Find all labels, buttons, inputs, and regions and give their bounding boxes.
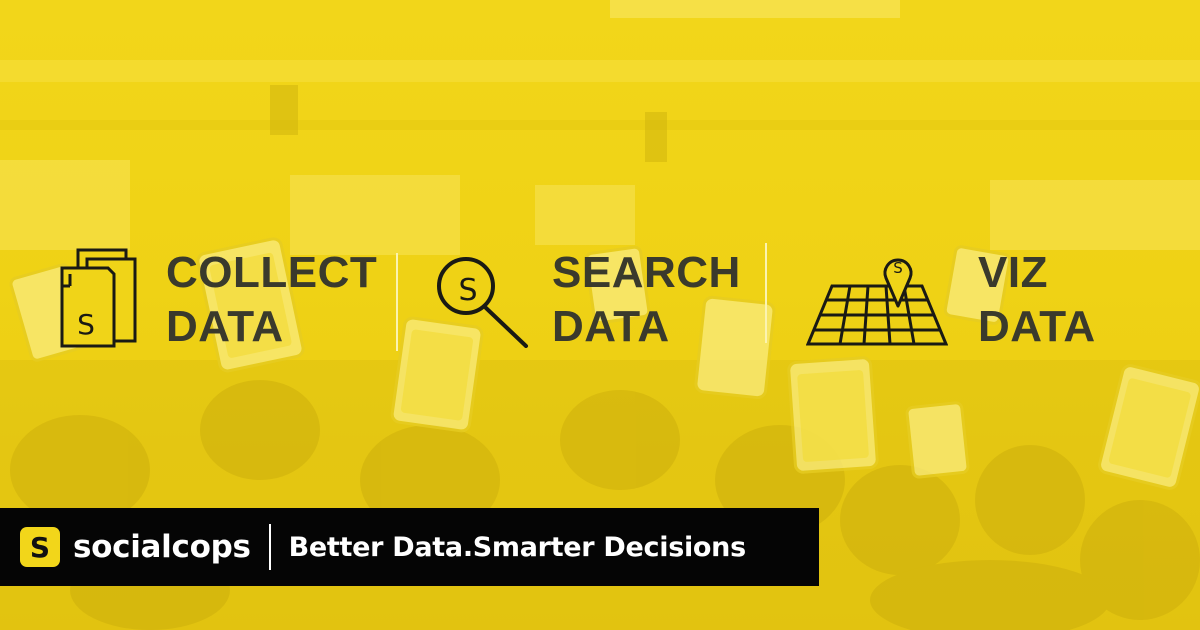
feature-label: COLLECT DATA <box>166 246 377 354</box>
feature-label: SEARCH DATA <box>552 246 741 354</box>
logo-letter: S <box>29 530 51 564</box>
socialcops-logo-icon: S <box>20 527 60 567</box>
map-pin-grid-icon: S <box>805 248 949 353</box>
feature-search-data: S SEARCH DATA <box>434 245 741 355</box>
feature-subtitle: DATA <box>978 302 1096 351</box>
feature-title: VIZ <box>978 248 1048 297</box>
brand-bar: S socialcops Better Data.Smarter Decisio… <box>0 508 819 586</box>
svg-text:S: S <box>77 308 95 341</box>
brand-name: socialcops <box>73 529 251 565</box>
feature-title: COLLECT <box>166 248 378 297</box>
divider <box>765 243 767 343</box>
brand-tagline: Better Data.Smarter Decisions <box>288 531 747 563</box>
feature-title: SEARCH <box>552 248 741 297</box>
divider <box>396 253 398 351</box>
svg-text:S: S <box>893 259 903 277</box>
brand-separator <box>268 524 271 570</box>
feature-label: VIZ DATA <box>978 246 1096 354</box>
document-s-icon: S <box>56 246 140 355</box>
search-magnifier-icon: S <box>434 248 530 353</box>
feature-subtitle: DATA <box>552 302 670 351</box>
feature-viz-data: S VIZ DATA <box>805 245 1096 355</box>
feature-collect-data: S COLLECT DATA <box>56 245 377 355</box>
svg-text:S: S <box>458 273 477 308</box>
feature-subtitle: DATA <box>166 302 284 351</box>
